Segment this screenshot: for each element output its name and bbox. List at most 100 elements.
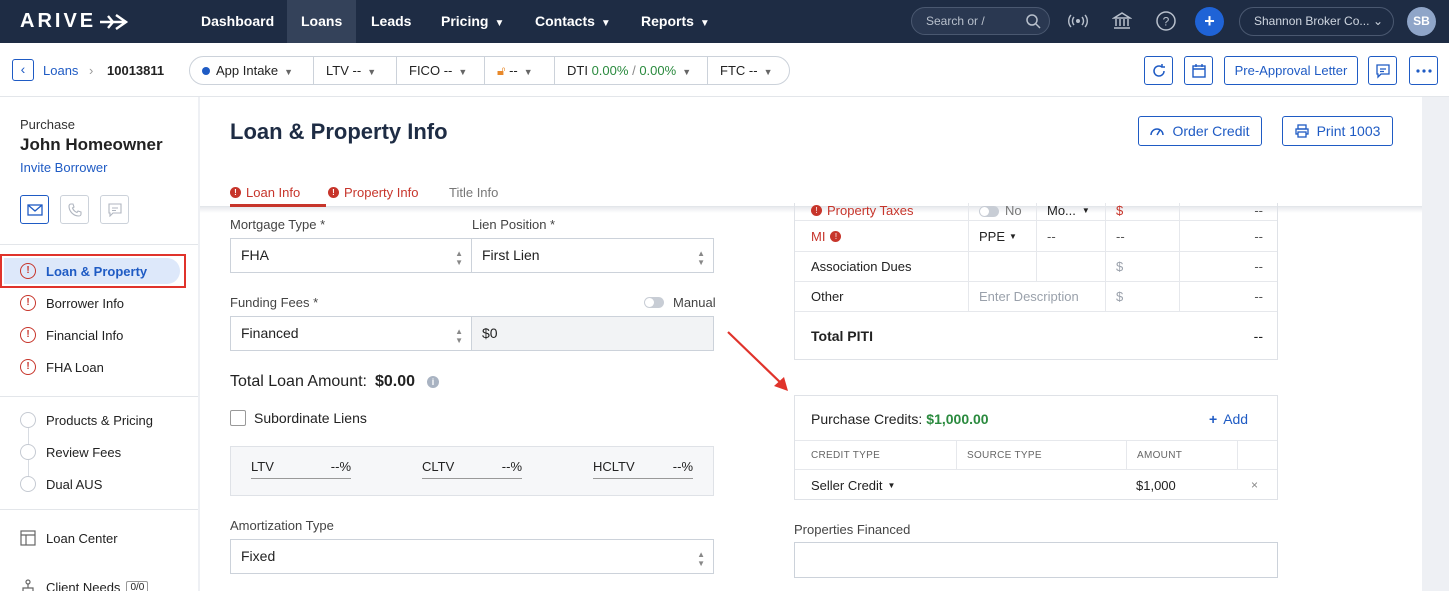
arrow-logo-icon — [100, 13, 129, 30]
messages-button[interactable] — [1368, 56, 1397, 85]
sidebar-item-fha-loan[interactable]: ! FHA Loan — [20, 359, 104, 375]
phone-button[interactable] — [60, 195, 89, 224]
total-loan-amount: Total Loan Amount: $0.00 i — [230, 373, 440, 391]
table-row: Association Dues $ -- — [795, 251, 1277, 281]
chevron-down-icon: ⌄ — [1372, 14, 1383, 28]
error-icon: ! — [20, 359, 36, 375]
bank-icon[interactable] — [1110, 9, 1134, 33]
sidebar-item-products-pricing[interactable]: Products & Pricing — [20, 412, 153, 428]
step-circle-icon — [20, 444, 36, 460]
sidebar-item-borrower-info[interactable]: ! Borrower Info — [20, 295, 124, 311]
add-new-button[interactable]: + — [1195, 7, 1224, 36]
property-taxes-currency: $ — [1105, 203, 1179, 220]
empty-cell — [968, 252, 1036, 281]
sidebar-item-review-fees[interactable]: Review Fees — [20, 444, 121, 460]
tab-title-info[interactable]: Title Info — [449, 185, 498, 200]
broker-selector[interactable]: Shannon Broker Co... ⌄ — [1239, 7, 1394, 36]
step-circle-icon — [20, 476, 36, 492]
other-amount[interactable]: -- — [1179, 282, 1277, 311]
add-credit-button[interactable]: + Add — [1209, 411, 1248, 427]
nav-loans[interactable]: Loans — [287, 0, 357, 43]
more-options-button[interactable] — [1409, 56, 1438, 85]
plus-icon: + — [1209, 411, 1218, 427]
sidebar-item-loan-property[interactable]: ! Loan & Property — [20, 263, 147, 279]
text-message-button[interactable] — [100, 195, 129, 224]
property-taxes-frequency[interactable]: Mo... ▼ — [1036, 203, 1105, 220]
chevron-down-icon: ▼ — [284, 67, 294, 77]
sidebar-item-loan-center[interactable]: Loan Center — [20, 530, 118, 546]
user-avatar[interactable]: SB — [1407, 7, 1436, 36]
nav-contacts[interactable]: Contacts ▼ — [521, 0, 625, 43]
loan-sidebar: Purchase John Homeowner Invite Borrower … — [0, 97, 198, 591]
refresh-button[interactable] — [1144, 56, 1173, 85]
purchase-credits-title: Purchase Credits: $1,000.00 — [811, 411, 989, 427]
calendar-button[interactable] — [1184, 56, 1213, 85]
mortgage-type-select[interactable]: FHA ▲ ▼ — [230, 238, 472, 273]
layout-icon — [20, 530, 36, 546]
remove-credit-close-icon[interactable]: × — [1237, 470, 1277, 500]
association-dues-amount[interactable]: -- — [1179, 252, 1277, 281]
lien-position-label: Lien Position * — [472, 217, 556, 232]
info-icon[interactable]: i — [427, 376, 440, 388]
mi-amount[interactable]: -- — [1179, 221, 1277, 251]
properties-financed-input[interactable] — [794, 542, 1278, 578]
ftc-pill[interactable]: FTC -- ▼ — [708, 57, 789, 84]
source-type-select[interactable] — [956, 470, 1126, 500]
dti-pill[interactable]: DTI 0.00% / 0.00% ▼ — [555, 57, 708, 84]
table-row: Total PITI -- — [795, 311, 1277, 359]
help-icon[interactable]: ? — [1154, 9, 1178, 33]
email-button[interactable] — [20, 195, 49, 224]
nav-reports[interactable]: Reports ▼ — [627, 0, 724, 43]
ratios-panel: LTV --% CLTV --% HCLTV --% — [230, 446, 714, 496]
gauge-icon — [1150, 128, 1165, 136]
column-header-source-type: SOURCE TYPE — [956, 441, 1126, 469]
sidebar-divider — [0, 396, 198, 397]
sidebar-divider — [0, 509, 198, 510]
other-description-input[interactable]: Enter Description — [968, 282, 1105, 311]
pre-approval-letter-button[interactable]: Pre-Approval Letter — [1224, 56, 1358, 85]
invite-borrower-link[interactable]: Invite Borrower — [20, 160, 107, 175]
arive-logo[interactable]: ARIVE — [20, 10, 132, 33]
order-credit-button[interactable]: Order Credit — [1138, 116, 1262, 146]
table-row: Other Enter Description $ -- — [795, 281, 1277, 311]
credit-type-select[interactable]: Seller Credit ▼ — [795, 470, 956, 500]
sidebar-item-client-needs[interactable]: Client Needs 0/0 — [20, 579, 149, 591]
search-input[interactable]: Search or / — [911, 7, 1050, 35]
nav-leads[interactable]: Leads — [357, 0, 425, 43]
sidebar-item-dual-aus[interactable]: Dual AUS — [20, 476, 102, 492]
credit-amount-field[interactable]: $1,000 — [1126, 470, 1237, 500]
borrower-name: John Homeowner — [20, 135, 163, 154]
lock-pill[interactable]: 🔓︎ -- ▼ — [485, 57, 555, 84]
tab-property-info[interactable]: ! Property Info — [328, 185, 418, 200]
ltv-pill[interactable]: LTV -- ▼ — [314, 57, 397, 84]
search-icon — [1026, 14, 1041, 29]
updown-chevron-icon: ▲ ▼ — [455, 327, 463, 345]
top-navigation: ARIVE Dashboard Loans Leads Pricing ▼ Con… — [0, 0, 1449, 43]
mi-type-select[interactable]: PPE ▼ — [968, 221, 1036, 251]
fico-pill[interactable]: FICO -- ▼ — [397, 57, 485, 84]
manual-toggle[interactable] — [644, 297, 664, 308]
amortization-type-select[interactable]: Fixed ▲ ▼ — [230, 539, 714, 574]
print-1003-button[interactable]: Print 1003 — [1282, 116, 1393, 146]
nav-dashboard[interactable]: Dashboard — [187, 0, 288, 43]
back-button[interactable]: ‹ — [12, 59, 34, 81]
error-icon: ! — [20, 295, 36, 311]
breadcrumb-loan-id: 10013811 — [107, 63, 165, 78]
other-label: Other — [811, 289, 844, 304]
breadcrumb-loans[interactable]: Loans — [43, 63, 78, 78]
tab-loan-info[interactable]: ! Loan Info — [230, 185, 300, 200]
lien-position-select[interactable]: First Lien ▲ ▼ — [471, 238, 714, 273]
broadcast-icon[interactable] — [1066, 9, 1090, 33]
nav-pricing[interactable]: Pricing ▼ — [427, 0, 518, 43]
app-intake-pill[interactable]: App Intake ▼ — [190, 57, 314, 84]
column-header-credit-type: CREDIT TYPE — [811, 449, 881, 461]
subordinate-liens-checkbox[interactable] — [230, 410, 246, 426]
chevron-down-icon: ▼ — [494, 18, 505, 29]
funding-fees-select[interactable]: Financed ▲ ▼ — [230, 316, 472, 351]
property-taxes-amount[interactable]: -- — [1179, 203, 1277, 220]
loan-metrics-bar: App Intake ▼ LTV -- ▼ FICO -- ▼ 🔓︎ -- ▼ DTI … — [189, 56, 790, 85]
funding-fees-amount-field[interactable]: $0 — [471, 316, 714, 351]
sidebar-item-financial-info[interactable]: ! Financial Info — [20, 327, 123, 343]
funding-fees-label: Funding Fees * — [230, 295, 319, 310]
property-taxes-toggle[interactable]: No — [968, 203, 1036, 220]
